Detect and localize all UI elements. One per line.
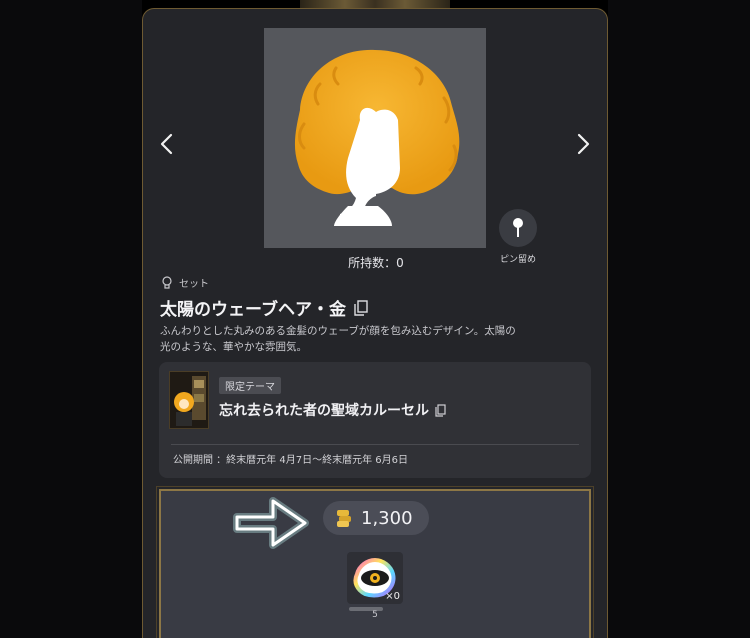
price-button[interactable]: 1,300 — [323, 501, 429, 535]
set-label: セット — [179, 279, 209, 290]
left-backdrop — [0, 0, 142, 638]
chevron-right-icon[interactable] — [571, 131, 595, 157]
price-value: 1,300 — [361, 507, 413, 529]
set-indicator: セット — [161, 275, 209, 290]
theme-card[interactable]: 限定テーマ 忘れ去られた者の聖域カルーセル 公開期間 ：終末暦元年 4月7日～終… — [159, 362, 591, 478]
title-row: 太陽のウェーブヘア・金 — [160, 295, 368, 320]
pin-label: ピン留め — [499, 255, 536, 265]
item-preview-image — [264, 28, 486, 248]
release-period: 公開期間 ：終末暦元年 4月7日～終末暦元年 6月6日 — [173, 455, 408, 466]
reward-item[interactable]: ×0 — [347, 552, 403, 604]
theme-thumbnail — [169, 371, 209, 429]
item-detail-panel: 所持数：0 ピン留め セット 太陽のウェーブヘア・金 ふんわりとした丸みのある金… — [142, 8, 608, 638]
copy-icon[interactable] — [354, 299, 368, 316]
lightbulb-icon — [162, 275, 172, 289]
item-title: 太陽のウェーブヘア・金 — [160, 300, 346, 320]
reward-count: ×0 — [385, 591, 400, 602]
limited-theme-badge: 限定テーマ — [219, 377, 281, 394]
theme-name-row: 忘れ去られた者の聖域カルーセル — [219, 400, 446, 420]
chevron-left-icon[interactable] — [155, 131, 179, 157]
purchase-box: 1,300 ×0 5 — [156, 486, 594, 638]
wavy-hair-illustration — [294, 49, 460, 226]
pin-button[interactable] — [499, 209, 537, 247]
divider — [171, 444, 579, 445]
description-line: ふんわりとした丸みのある金髪のウェーブが顔を包み込むデザイン。太陽の — [160, 325, 516, 337]
theme-name: 忘れ去られた者の聖域カルーセル — [219, 403, 429, 419]
glowing-arrow-icon — [231, 491, 321, 555]
item-description: ふんわりとした丸みのある金髪のウェーブが顔を包み込むデザイン。太陽の 光のような… — [160, 323, 600, 355]
pin-icon — [513, 218, 523, 237]
gold-coin-icon — [337, 510, 351, 527]
reward-number: 5 — [372, 610, 378, 620]
right-backdrop — [608, 0, 750, 638]
description-line: 光のような、華やかな雰囲気。 — [160, 341, 307, 353]
copy-icon[interactable] — [435, 403, 446, 417]
